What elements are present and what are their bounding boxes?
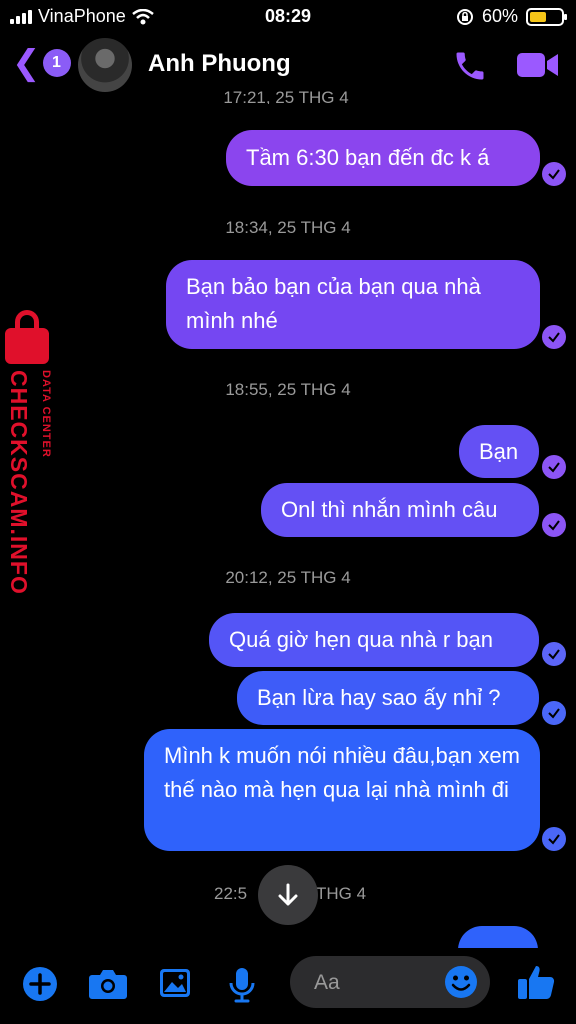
- unread-badge: 1: [42, 49, 71, 77]
- chevron-left-icon: ❮: [12, 44, 41, 82]
- watermark-text: CHECKSCAM.INFO: [6, 370, 32, 595]
- timestamp: THG 4: [316, 884, 367, 903]
- message-bubble[interactable]: Quá giờ hẹn qua nhà r bạn: [209, 613, 539, 667]
- emoji-icon[interactable]: [444, 965, 478, 999]
- back-button[interactable]: ❮ 1: [12, 44, 71, 82]
- conversation-header: ❮ 1 Anh Phuong: [0, 34, 576, 96]
- timestamp: 22:5: [214, 884, 248, 903]
- phone-icon[interactable]: [452, 48, 488, 84]
- timestamp: 17:21, 25 THG 4: [223, 88, 349, 104]
- avatar[interactable]: [78, 38, 132, 92]
- message-bubble[interactable]: Bạn: [459, 425, 539, 478]
- message-bubble[interactable]: Bạn bảo bạn của bạn qua nhà mình nhé: [166, 260, 540, 349]
- message-bubble[interactable]: Mình k muốn nói nhiều đâu,bạn xem thế nà…: [144, 729, 540, 851]
- message-bubble[interactable]: Onl thì nhắn mình câu: [261, 483, 539, 537]
- seen-check-icon: [542, 162, 566, 186]
- timestamp: 18:34, 25 THG 4: [225, 218, 351, 237]
- message-bubble[interactable]: Tầm 6:30 bạn đến đc k á: [226, 130, 540, 186]
- battery-fill: [530, 11, 547, 22]
- contact-name[interactable]: Anh Phuong: [148, 50, 291, 78]
- battery-percent: 60%: [481, 6, 518, 26]
- scroll-to-bottom-button[interactable]: [258, 865, 318, 925]
- video-camera-icon[interactable]: [516, 50, 560, 80]
- message-bubble[interactable]: Bạn lừa hay sao ấy nhỉ ?: [237, 671, 539, 725]
- microphone-icon[interactable]: [228, 966, 256, 1004]
- timestamp: 20:12, 25 THG 4: [225, 568, 351, 587]
- seen-check-icon: [542, 642, 566, 666]
- composer-bar: [0, 948, 576, 1024]
- watermark: CHECKSCAM.INFO DATA CENTER: [2, 308, 66, 598]
- seen-check-icon: [542, 827, 566, 851]
- message-thread: 17:21, 25 THG 4 Tầm 6:30 bạn đến đc k á …: [0, 0, 576, 1024]
- timestamp: 18:55, 25 THG 4: [225, 380, 351, 399]
- seen-check-icon: [542, 455, 566, 479]
- battery-icon: [526, 7, 567, 26]
- thumbs-up-icon[interactable]: [516, 962, 556, 1002]
- status-right: 60%: [456, 6, 567, 27]
- message-input[interactable]: [312, 968, 436, 998]
- plus-circle-icon[interactable]: [22, 966, 58, 1002]
- status-bar: VinaPhone 08:29 60%: [0, 0, 576, 34]
- rotation-lock-icon: [456, 8, 473, 25]
- image-icon[interactable]: [158, 966, 192, 1000]
- camera-icon[interactable]: [88, 968, 128, 1000]
- seen-check-icon: [542, 701, 566, 725]
- arrow-down-icon: [278, 883, 298, 906]
- seen-check-icon: [542, 513, 566, 537]
- message-input-container: [290, 956, 490, 1008]
- seen-check-icon: [542, 325, 566, 349]
